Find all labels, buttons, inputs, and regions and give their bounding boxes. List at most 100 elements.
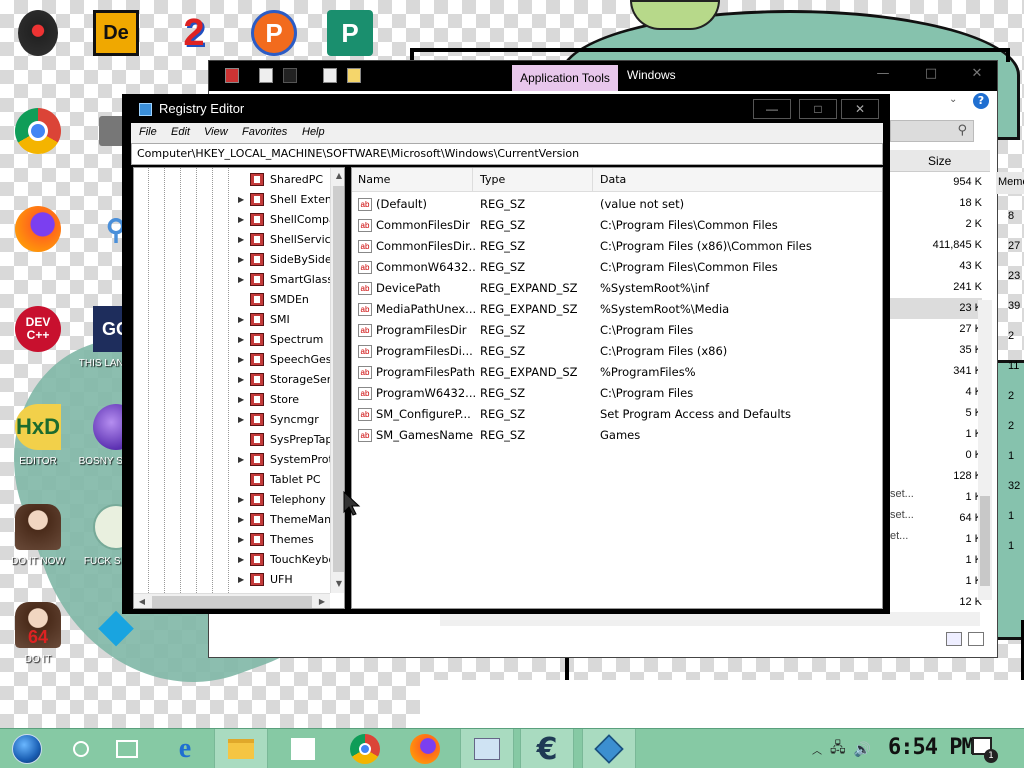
scroll-down-arrow-icon[interactable]: ▼ (331, 576, 344, 592)
network-icon[interactable]: 🖧 (830, 737, 846, 761)
column-header-memory[interactable]: Memo (996, 172, 1024, 194)
expand-arrow-icon[interactable]: ▶ (238, 355, 244, 364)
tree-item[interactable]: ▶ Store (134, 390, 334, 410)
registry-tree[interactable]: SharedPC ▶ Shell Extensions ▶ ShellCompatibi… (133, 167, 345, 609)
tree-item[interactable]: ▶ Shell Extensions (134, 190, 334, 210)
menu-favorites[interactable]: Favorites (242, 126, 287, 138)
publisher-icon[interactable]: P (320, 6, 380, 60)
explorer-close-button[interactable]: ✕ (955, 63, 999, 85)
volume-icon[interactable]: 🔊 (854, 741, 871, 758)
explorer-minimize-button[interactable]: — (861, 63, 905, 85)
regedit-titlebar[interactable]: Registry Editor — □ ✕ (123, 95, 889, 123)
tree-item[interactable]: ▶ SystemProtectedUserData (134, 450, 334, 470)
tree-item[interactable]: ▶ ShellServiceObjects (134, 230, 334, 250)
tree-item[interactable]: ▶ Syncmgr (134, 410, 334, 430)
menu-view[interactable]: View (204, 126, 228, 138)
explorer-maximize-button[interactable]: □ (909, 63, 953, 85)
column-header-name[interactable]: Name (358, 173, 390, 186)
expand-arrow-icon[interactable]: ▶ (238, 375, 244, 384)
tree-item[interactable]: SMDEn (134, 290, 334, 310)
value-row[interactable]: ab MediaPathUnex... REG_EXPAND_SZ %SystemRo… (352, 299, 882, 320)
store-button[interactable] (276, 729, 330, 768)
expand-arrow-icon[interactable]: ▶ (238, 575, 244, 584)
scroll-right-arrow-icon[interactable]: ▶ (314, 594, 330, 608)
file-explorer-button[interactable] (214, 729, 268, 768)
start-button[interactable] (0, 729, 54, 768)
large-icons-view-icon[interactable] (968, 632, 984, 646)
tree-vertical-scrollbar[interactable]: ▲ ▼ (330, 168, 344, 593)
value-row[interactable]: ab (Default) REG_SZ (value not set) (352, 194, 882, 215)
two-icon[interactable]: 2 (164, 6, 224, 60)
tree-item[interactable]: ▶ UFH (134, 570, 334, 590)
p-icon[interactable]: P (244, 6, 304, 60)
value-row[interactable]: ab ProgramFilesPath REG_EXPAND_SZ %ProgramF… (352, 362, 882, 383)
address-bar[interactable]: Computer\HKEY_LOCAL_MACHINE\SOFTWARE\Mic… (131, 143, 883, 165)
properties-icon[interactable] (259, 68, 273, 83)
tree-item[interactable]: ▶ TouchKeyboard (134, 550, 334, 570)
expand-arrow-icon[interactable]: ▶ (238, 335, 244, 344)
regedit-minimize-button[interactable]: — (753, 99, 791, 119)
action-center-icon[interactable]: 1 (972, 737, 998, 763)
menu-edit[interactable]: Edit (171, 126, 190, 138)
devcpp-icon[interactable]: DEV C++ (8, 302, 68, 356)
chrome-icon[interactable] (8, 104, 68, 158)
tree-item[interactable]: SharedPC (134, 170, 334, 190)
firefox-icon[interactable] (8, 202, 68, 256)
values-list[interactable]: Name Type Data ab (Default) REG_SZ (value n… (351, 167, 883, 609)
tree-item[interactable]: ▶ Spectrum (134, 330, 334, 350)
value-row[interactable]: ab DevicePath REG_EXPAND_SZ %SystemRoot%\in… (352, 278, 882, 299)
chevron-down-icon[interactable]: ⌄ (949, 94, 957, 105)
firefox-taskbar-button[interactable] (398, 729, 452, 768)
hal-icon[interactable] (8, 6, 68, 60)
expand-arrow-icon[interactable]: ▶ (238, 235, 244, 244)
expand-arrow-icon[interactable]: ▶ (238, 455, 244, 464)
tab-application-tools[interactable]: Application Tools (512, 65, 618, 91)
chrome-taskbar-button[interactable] (338, 729, 392, 768)
scroll-up-arrow-icon[interactable]: ▲ (331, 168, 344, 184)
taskbar-clock[interactable]: 6:54 PM (888, 735, 975, 760)
scrollbar-thumb[interactable] (980, 496, 990, 586)
menu-help[interactable]: Help (302, 126, 325, 138)
tree-item[interactable]: ▶ ShellCompatibility (134, 210, 334, 230)
tree-item[interactable]: ▶ Themes (134, 530, 334, 550)
expand-arrow-icon[interactable]: ▶ (238, 515, 244, 524)
portrait-icon[interactable] (8, 500, 68, 554)
column-header-data[interactable]: Data (600, 173, 626, 186)
tree-item[interactable]: ▶ Telephony (134, 490, 334, 510)
explorer-horizontal-scrollbar[interactable] (440, 612, 980, 626)
column-header-size[interactable]: Size (890, 150, 990, 172)
menu-file[interactable]: File (139, 126, 157, 138)
task-view-button[interactable] (100, 729, 154, 768)
value-row[interactable]: ab SM_ConfigureP... REG_SZ Set Program Acce… (352, 404, 882, 425)
details-view-icon[interactable] (946, 632, 962, 646)
explorer-vertical-scrollbar[interactable] (978, 300, 992, 600)
expand-arrow-icon[interactable]: ▶ (238, 195, 244, 204)
expand-arrow-icon[interactable]: ▶ (238, 415, 244, 424)
scrollbar-thumb[interactable] (152, 596, 312, 608)
value-row[interactable]: ab ProgramFilesDir REG_SZ C:\Program Files (352, 320, 882, 341)
cube-app-taskbar-button[interactable] (582, 729, 636, 768)
tree-item[interactable]: ▶ ThemeManager (134, 510, 334, 530)
regedit-taskbar-button[interactable] (460, 729, 514, 768)
de-icon[interactable]: De (86, 6, 146, 60)
show-hidden-icons-chevron-icon[interactable]: ︿ (812, 742, 822, 757)
regedit-close-button[interactable]: ✕ (841, 99, 879, 119)
hxd-icon[interactable]: HxD (8, 400, 68, 454)
scroll-left-arrow-icon[interactable]: ◀ (134, 594, 150, 608)
tree-item[interactable]: ▶ SMI (134, 310, 334, 330)
expand-arrow-icon[interactable]: ▶ (238, 535, 244, 544)
edge-button[interactable]: e (158, 729, 212, 768)
expand-arrow-icon[interactable]: ▶ (238, 315, 244, 324)
value-row[interactable]: ab ProgramFilesDi... REG_SZ C:\Program File… (352, 341, 882, 362)
ccleaner-taskbar-button[interactable]: € (520, 729, 574, 768)
column-separator[interactable] (472, 168, 473, 192)
value-row[interactable]: ab CommonFilesDir REG_SZ C:\Program Files\C… (352, 215, 882, 236)
column-header-type[interactable]: Type (480, 173, 505, 186)
expand-arrow-icon[interactable]: ▶ (238, 395, 244, 404)
column-separator[interactable] (592, 168, 593, 192)
value-row[interactable]: ab ProgramW6432... REG_SZ C:\Program Files (352, 383, 882, 404)
expand-arrow-icon[interactable]: ▶ (238, 215, 244, 224)
expand-arrow-icon[interactable]: ▶ (238, 275, 244, 284)
value-row[interactable]: ab SM_GamesName REG_SZ Games (352, 425, 882, 446)
tree-item[interactable]: Tablet PC (134, 470, 334, 490)
